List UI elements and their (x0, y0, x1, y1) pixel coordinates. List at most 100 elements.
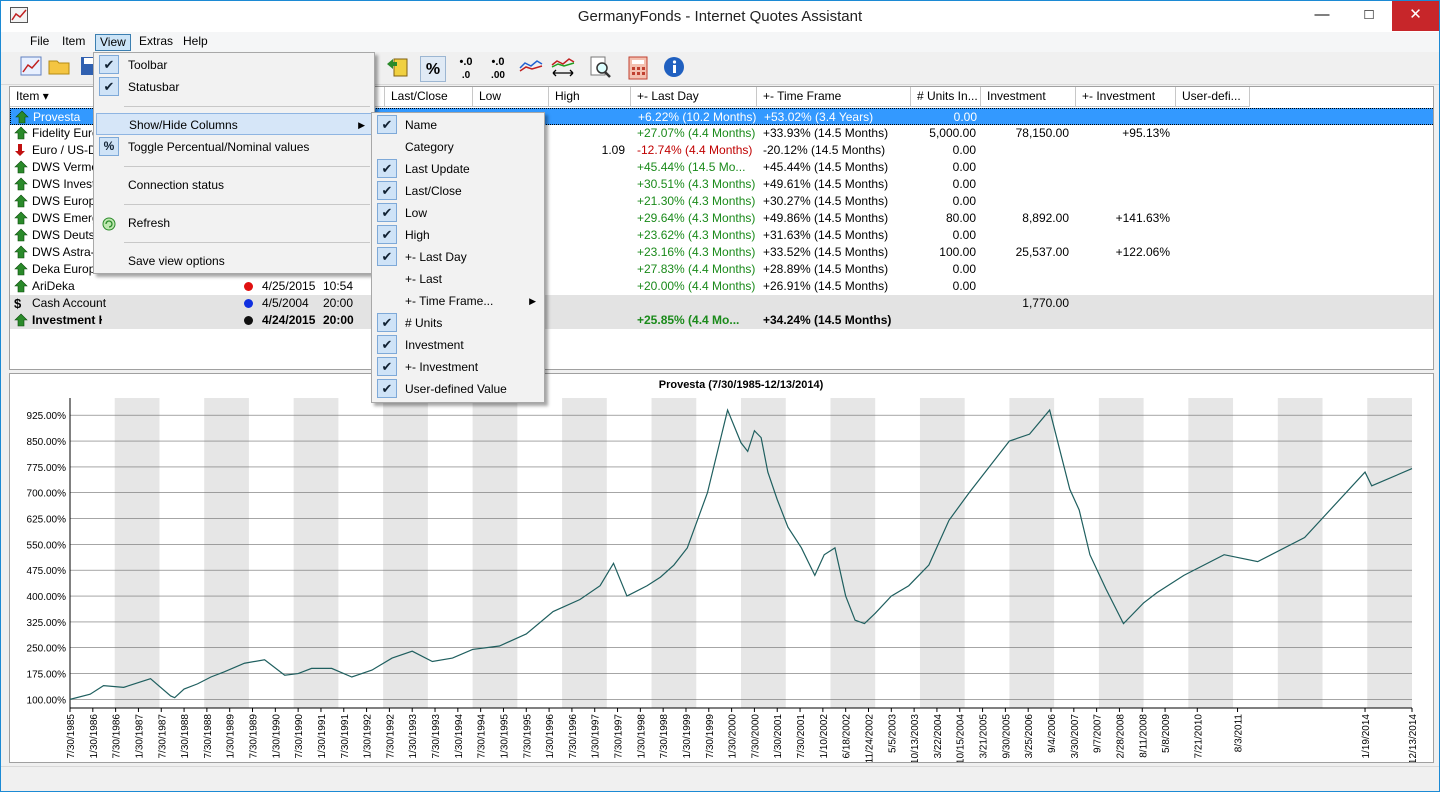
column-toggle-last-update[interactable]: ✔ Last Update (374, 158, 542, 180)
menu-item-label: Connection status (128, 178, 225, 192)
chart-lines-icon[interactable] (518, 56, 544, 82)
check-icon: ✔ (377, 379, 397, 398)
menu-item-label: +- Last Day (405, 250, 467, 264)
submenu-arrow-icon: ▶ (529, 296, 536, 306)
column-header-time-frame[interactable]: +- Time Frame (757, 87, 911, 107)
column-toggle-units[interactable]: ✔ # Units (374, 312, 542, 334)
table-row[interactable]: $ Cash Account 4/5/2004 20:00 1,770.00 (10, 295, 1433, 312)
sort-arrow-icon: ▾ (42, 89, 49, 103)
column-header-low[interactable]: Low (473, 87, 549, 107)
last-update-date: 4/25/2015 (262, 279, 316, 293)
column-header-investment[interactable]: Investment (981, 87, 1076, 107)
x-tick-label: 7/30/1998 (659, 714, 670, 759)
close-button[interactable]: ✕ (1392, 1, 1439, 31)
check-icon: ✔ (377, 181, 397, 200)
column-header-last-day[interactable]: +- Last Day (631, 87, 757, 107)
last-day-change: +23.16% (4.3 Months) (637, 245, 756, 259)
last-day-change: +45.44% (14.5 Mo... (637, 160, 746, 174)
x-tick-label: 2/28/2008 (1115, 714, 1126, 759)
column-toggle-last-close[interactable]: ✔ Last/Close (374, 180, 542, 202)
column-toggle-name[interactable]: ✔ Name (374, 114, 542, 136)
x-tick-label: 7/30/1985 (66, 714, 77, 759)
x-tick-label: 1/30/1997 (591, 714, 602, 759)
table-row[interactable]: Investment History 4/24/2015 20:00 +25.85% … (10, 312, 1433, 329)
investment-value: 25,537.00 (1015, 245, 1069, 259)
time-frame-change: +49.86% (14.5 Months) (763, 211, 889, 225)
menu-item-connection-status[interactable]: Connection status (96, 174, 372, 196)
decimal-decrease-icon[interactable]: •.0.00 (485, 56, 511, 82)
column-toggle-time-frame[interactable]: +- Time Frame... ▶ (374, 290, 542, 312)
last-day-change: +23.62% (4.3 Months) (637, 228, 756, 242)
chart-compare-icon[interactable] (550, 56, 576, 82)
column-toggle-investment[interactable]: ✔ +- Investment (374, 356, 542, 378)
last-day-change: +27.83% (4.4 Months) (637, 262, 756, 276)
menu-item-label: Toggle Percentual/Nominal values (128, 140, 310, 154)
table-row[interactable]: AriDeka 4/25/2015 10:54 +20.00% (4.4 Months… (10, 278, 1433, 295)
y-tick-label: 175.00% (27, 670, 67, 681)
column-toggle-last[interactable]: +- Last (374, 268, 542, 290)
units-value: 0.00 (952, 228, 976, 242)
column-header-high[interactable]: High (549, 87, 631, 107)
column-toggle-category[interactable]: Category (374, 136, 542, 158)
update-icon[interactable] (384, 56, 410, 82)
background-band (1277, 398, 1323, 708)
minimize-button[interactable]: — (1299, 1, 1345, 31)
menu-item-show-hide-columns[interactable]: Show/Hide Columns ▶ (96, 113, 372, 135)
menu-item-refresh[interactable]: Refresh (96, 212, 372, 234)
menu-help[interactable]: Help (179, 34, 212, 51)
x-tick-label: 5/8/2009 (1161, 714, 1172, 753)
y-tick-label: 475.00% (27, 566, 67, 577)
column-toggle-high[interactable]: ✔ High (374, 224, 542, 246)
background-band (293, 398, 339, 708)
calculator-icon[interactable] (625, 56, 651, 82)
menu-item-save-view-options[interactable]: Save view options (96, 250, 372, 272)
decimal-increase-icon[interactable]: •.0.0 (453, 56, 479, 82)
column-toggle-investment[interactable]: ✔ Investment (374, 334, 542, 356)
maximize-button[interactable]: □ (1346, 1, 1392, 31)
column-toggle-last-day[interactable]: ✔ +- Last Day (374, 246, 542, 268)
last-day-change: -12.74% (4.4 Months) (637, 143, 753, 157)
time-frame-change: +28.89% (14.5 Months) (763, 262, 889, 276)
column-header-last-close[interactable]: Last/Close (385, 87, 473, 107)
window-title: GermanyFonds - Internet Quotes Assistant (577, 8, 863, 25)
last-day-change: +29.64% (4.3 Months) (637, 211, 756, 225)
menu-item[interactable]: Item (58, 34, 89, 51)
column-header-units[interactable]: # Units In... (911, 87, 981, 107)
column-header-investment-pct[interactable]: +- Investment (1076, 87, 1176, 107)
item-name: Deka Europa (32, 262, 102, 276)
background-band (114, 398, 160, 708)
submenu-arrow-icon: ▶ (358, 120, 365, 130)
trend-up-icon (14, 228, 28, 242)
check-icon: ✔ (377, 313, 397, 332)
menu-extras[interactable]: Extras (135, 34, 177, 51)
column-header-user-defined[interactable]: User-defi... (1176, 87, 1250, 107)
search-icon[interactable] (588, 56, 614, 82)
trend-up-icon (14, 262, 28, 276)
x-tick-label: 7/30/2000 (750, 714, 761, 759)
x-tick-label: 3/30/2007 (1070, 714, 1081, 759)
menu-item-label: Name (405, 118, 438, 132)
folder-open-icon[interactable] (47, 56, 73, 82)
last-update-date: 4/24/2015 (262, 313, 316, 327)
item-name: DWS Europa (32, 194, 102, 208)
menu-item-toggle-percentual[interactable]: % Toggle Percentual/Nominal values (96, 136, 372, 158)
percent-icon[interactable]: % (420, 56, 446, 82)
units-value: 0.00 (952, 262, 976, 276)
x-tick-label: 9/4/2006 (1047, 714, 1058, 753)
column-toggle-low[interactable]: ✔ Low (374, 202, 542, 224)
background-band (651, 398, 697, 708)
x-tick-label: 7/30/1992 (385, 714, 396, 759)
menu-item-label: High (405, 228, 430, 242)
menu-item-statusbar[interactable]: ✔ Statusbar (96, 76, 372, 98)
x-tick-label: 7/30/1999 (705, 714, 716, 759)
status-dot-icon (244, 316, 253, 325)
menu-view[interactable]: View (95, 34, 131, 51)
menu-item-label: Low (405, 206, 428, 220)
info-icon[interactable] (661, 56, 687, 82)
menu-file[interactable]: File (26, 34, 53, 51)
chart-icon[interactable] (18, 56, 44, 82)
column-toggle-user-defined-value[interactable]: ✔ User-defined Value (374, 378, 542, 400)
menu-separator (124, 106, 370, 107)
menu-item-toolbar[interactable]: ✔ Toolbar (96, 54, 372, 76)
check-icon: ✔ (99, 77, 119, 96)
